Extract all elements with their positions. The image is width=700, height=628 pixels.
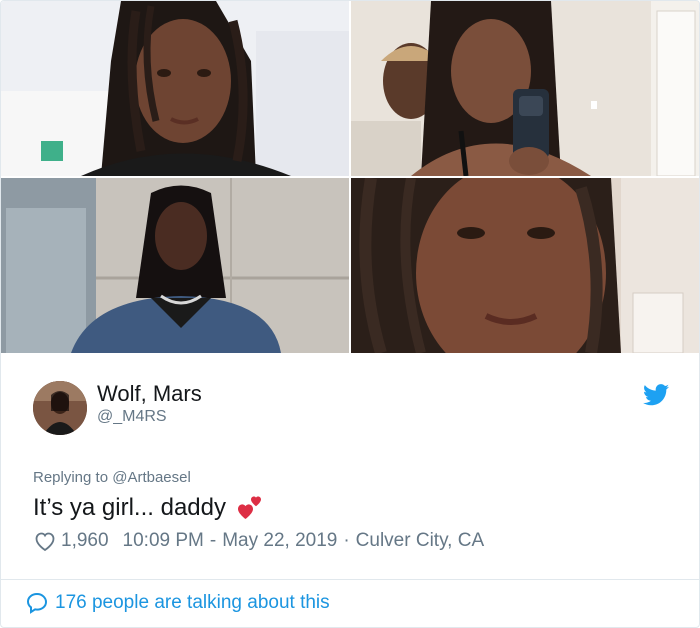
tweet-time[interactable]: 10:09 PM [123, 528, 204, 554]
photo-2[interactable] [351, 1, 699, 176]
time-date-separator: - [209, 530, 217, 551]
divider [1, 579, 699, 580]
date-location-separator: · [343, 530, 350, 551]
conversation-label[interactable]: 176 people are talking about this [55, 590, 330, 616]
embedded-tweet-card: Wolf, Mars @_M4RS Replying to @Artbaesel… [0, 0, 700, 628]
photo-grid [1, 1, 699, 353]
tweet-meta: 1,960 10:09 PM - May 22, 2019 · Culver C… [33, 528, 484, 554]
heart-icon[interactable] [33, 529, 57, 553]
tweet-text: It’s ya girl... daddy [33, 493, 264, 523]
replying-to: Replying to @Artbaesel [33, 469, 191, 487]
speech-bubble-icon [26, 592, 48, 614]
replying-to-link[interactable]: @Artbaesel [112, 469, 191, 486]
tweet-body: It’s ya girl... daddy [33, 494, 226, 521]
display-name[interactable]: Wolf, Mars [97, 381, 202, 407]
replying-prefix: Replying to [33, 469, 113, 486]
conversation-link[interactable]: 176 people are talking about this [25, 590, 330, 616]
tweet-location[interactable]: Culver City, CA [356, 528, 484, 554]
tweet-date[interactable]: May 22, 2019 [222, 528, 337, 554]
photo-1[interactable] [1, 1, 349, 176]
photo-4[interactable] [351, 178, 699, 353]
avatar[interactable] [33, 381, 87, 435]
photo-3[interactable] [1, 178, 349, 353]
user-handle[interactable]: @_M4RS [97, 407, 167, 427]
like-count[interactable]: 1,960 [61, 528, 109, 554]
twitter-bird-icon[interactable] [643, 384, 669, 406]
two-hearts-icon [234, 493, 264, 523]
